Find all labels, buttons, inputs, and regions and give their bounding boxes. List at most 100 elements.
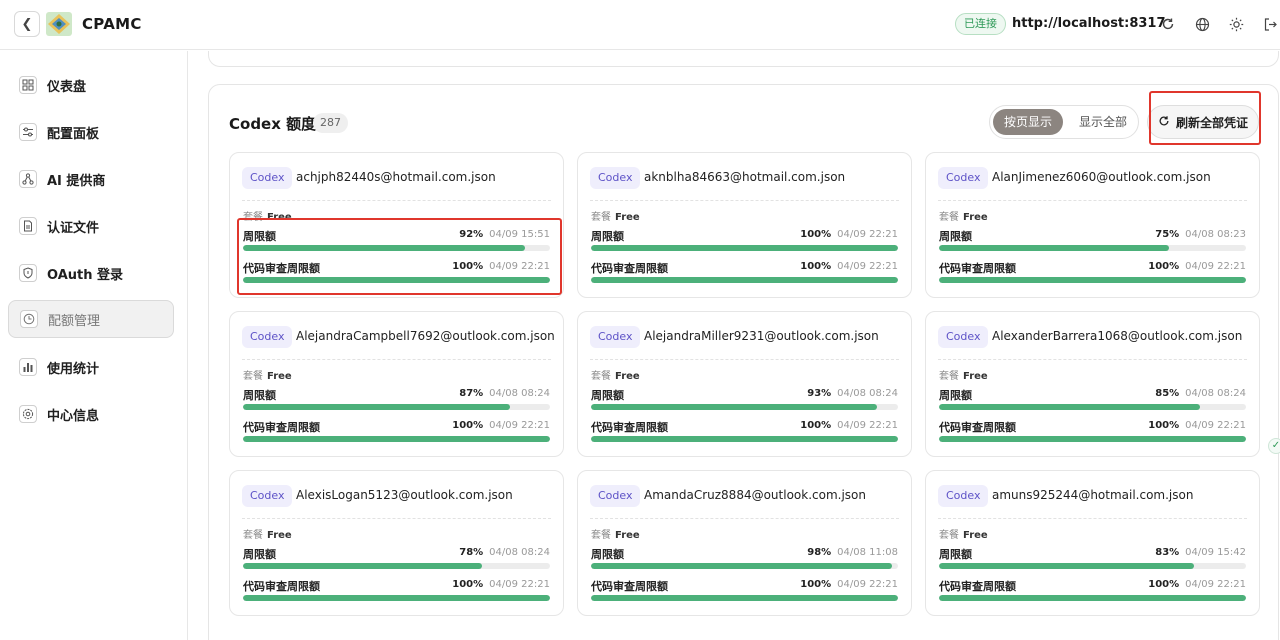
credential-filename: aknblha84663@hotmail.com.json [644,170,846,184]
card-divider [242,518,551,519]
sidebar-item-label: 仪表盘 [47,79,87,95]
review-quota-label: 代码审查周限额 [591,262,668,275]
quota-card[interactable]: Codex AmandaCruz8884@outlook.com.json 套餐 Fr… [577,470,912,616]
quota-card[interactable]: Codex AlejandraMiller9231@outlook.com.jso… [577,311,912,457]
review-quota-info: 100% 04/09 22:21 [452,261,550,272]
weekly-quota-percent: 75% [1155,229,1180,240]
server-url: http://localhost:8317 [1012,16,1166,31]
weekly-quota-label: 周限额 [591,230,624,243]
review-quota-percent: 100% [452,261,484,272]
weekly-quota-percent: 83% [1155,547,1180,558]
card-divider [938,359,1247,360]
sidebar-item-auth-files[interactable]: 认证文件 [8,207,174,245]
weekly-quota-info: 87% 04/08 08:24 [459,388,550,399]
file-icon [19,217,37,235]
plan-value: Free [267,212,292,223]
sidebar-item-center-info[interactable]: 中心信息 [8,395,174,433]
credential-filename: amuns925244@hotmail.com.json [992,488,1194,502]
weekly-quota-info: 83% 04/09 15:42 [1155,547,1246,558]
review-quota-percent: 100% [800,579,832,590]
check-icon: ✓ [1268,438,1280,454]
sidebar-item-label: OAuth 登录 [47,267,124,283]
show-all-button[interactable]: 显示全部 [1070,109,1136,135]
credential-filename: AlexisLogan5123@outlook.com.json [296,488,513,502]
review-quota-bar [591,436,898,442]
quota-card[interactable]: Codex amuns925244@hotmail.com.json 套餐 Free 周… [925,470,1260,616]
plan-label: 套餐 [591,212,611,223]
weekly-quota-bar [939,563,1246,569]
weekly-quota-percent: 92% [459,229,484,240]
review-quota-info: 100% 04/09 22:21 [452,420,550,431]
weekly-quota-bar [243,245,550,251]
provider-tag: Codex [590,326,641,348]
plan-value: Free [615,371,640,382]
review-quota-bar [243,595,550,601]
review-quota-label: 代码审查周限额 [939,421,1016,434]
weekly-quota-reset-time: 04/08 08:24 [489,547,550,558]
weekly-quota-bar-fill [243,245,526,251]
sidebar-item-dashboard[interactable]: 仪表盘 [8,66,174,104]
review-quota-reset-time: 04/09 22:21 [837,420,898,431]
review-quota-reset-time: 04/09 22:21 [837,579,898,590]
plan-label: 套餐 [243,530,263,541]
credential-filename: achjph82440s@hotmail.com.json [296,170,496,184]
weekly-quota-percent: 78% [459,547,484,558]
weekly-quota-bar [591,563,898,569]
review-quota-label: 代码审查周限额 [591,580,668,593]
review-quota-label: 代码审查周限额 [243,580,320,593]
sidebar-item-ai-provider[interactable]: AI 提供商 [8,160,174,198]
sidebar-item-label: 配额管理 [48,313,101,329]
sidebar-item-quota[interactable]: 配额管理 [8,300,174,338]
sun-icon[interactable] [1227,15,1245,33]
review-quota-reset-time: 04/09 22:21 [837,261,898,272]
plan-value: Free [963,371,988,382]
credential-filename: AlejandraMiller9231@outlook.com.json [644,329,879,343]
plan-row: 套餐 Free [243,526,292,541]
weekly-quota-info: 92% 04/09 15:51 [459,229,550,240]
quota-card[interactable]: Codex achjph82440s@hotmail.com.json 套餐 Free… [229,152,564,298]
credential-filename: AlexanderBarrera1068@outlook.com.json [992,329,1243,343]
weekly-quota-bar [939,245,1246,251]
globe-icon[interactable] [1193,15,1211,33]
review-quota-info: 100% 04/09 22:21 [800,261,898,272]
paged-view-button[interactable]: 按页显示 [993,109,1063,135]
weekly-quota-reset-time: 04/08 08:24 [489,388,550,399]
weekly-quota-percent: 87% [459,388,484,399]
weekly-quota-label: 周限额 [939,230,972,243]
quota-card[interactable]: Codex AlexanderBarrera1068@outlook.com.js… [925,311,1260,457]
weekly-quota-label: 周限额 [243,389,276,402]
weekly-quota-reset-time: 04/09 15:51 [489,229,550,240]
review-quota-reset-time: 04/09 22:21 [1185,579,1246,590]
credential-count-badge: 287 [313,113,348,133]
plan-row: 套餐 Free [243,367,292,382]
quota-card[interactable]: Codex aknblha84663@hotmail.com.json 套餐 Free… [577,152,912,298]
review-quota-label: 代码审查周限额 [591,421,668,434]
review-quota-label: 代码审查周限额 [939,580,1016,593]
quota-card[interactable]: Codex AlexisLogan5123@outlook.com.json 套餐 F… [229,470,564,616]
weekly-quota-percent: 85% [1155,388,1180,399]
shield-icon [19,264,37,282]
quota-card[interactable]: Codex AlejandraCampbell7692@outlook.com.j… [229,311,564,457]
provider-tag: Codex [938,167,989,189]
logout-icon[interactable] [1261,15,1279,33]
review-quota-reset-time: 04/09 22:21 [489,420,550,431]
sidebar-item-config[interactable]: 配置面板 [8,113,174,151]
weekly-quota-info: 93% 04/08 08:24 [807,388,898,399]
plan-value: Free [615,530,640,541]
quota-card[interactable]: Codex AlanJimenez6060@outlook.com.json 套餐 F… [925,152,1260,298]
weekly-quota-bar-fill [591,245,898,251]
review-quota-percent: 100% [800,420,832,431]
weekly-quota-label: 周限额 [243,230,276,243]
weekly-quota-reset-time: 04/08 08:24 [837,388,898,399]
weekly-quota-info: 98% 04/08 11:08 [807,547,898,558]
refresh-icon[interactable] [1159,15,1177,33]
card-divider [590,518,899,519]
refresh-all-credentials-button[interactable]: 刷新全部凭证 [1147,105,1259,139]
weekly-quota-bar-fill [243,563,483,569]
plan-row: 套餐 Free [939,367,988,382]
plan-row: 套餐 Free [591,526,640,541]
sidebar-item-oauth-login[interactable]: OAuth 登录 [8,254,174,292]
sidebar-item-usage-stats[interactable]: 使用统计 [8,348,174,386]
ai-provider-icon [19,170,37,188]
back-button[interactable]: ❮ [14,11,40,37]
